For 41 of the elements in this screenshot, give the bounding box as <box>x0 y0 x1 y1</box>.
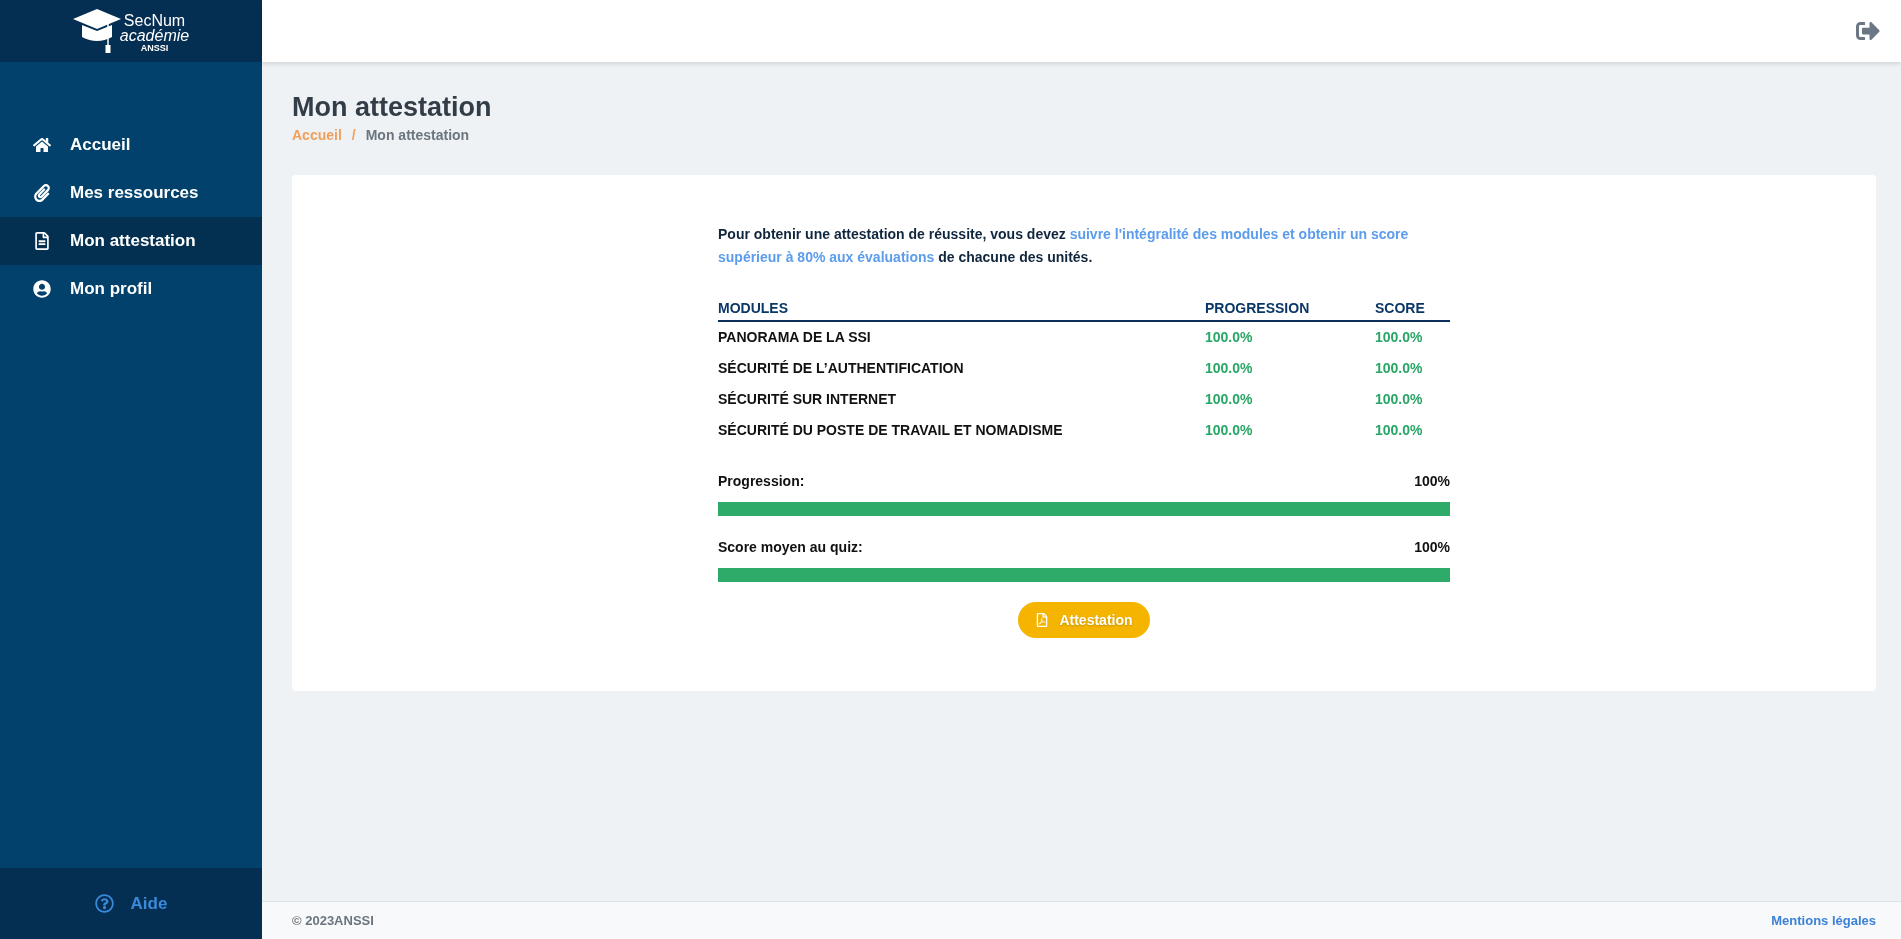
progress-value: 100% <box>1414 472 1450 491</box>
table-cell-text: SÉCURITÉ DU POSTE DE TRAVAIL ET NOMADISME <box>718 421 1064 440</box>
table-cell-text: SÉCURITÉ SUR INTERNET <box>718 390 898 409</box>
intro-text: Pour obtenir une attestation de réussite, vous devez suivre l'intégralité des modules et obtenir un score supérieur à 80% aux évaluations de chacune des unités. <box>718 225 1410 267</box>
document-icon <box>33 232 51 250</box>
table-cell-text: PANORAMA DE LA SSI <box>718 328 872 347</box>
help-icon <box>94 894 114 913</box>
nav-item[interactable]: Accueil <box>0 121 262 169</box>
table-cell-text: 100.0% <box>1205 390 1254 409</box>
table-cell-text: 100.0% <box>1375 390 1424 409</box>
nav-item[interactable]: Mes ressources <box>0 169 262 217</box>
pdf-file-icon <box>1035 613 1050 627</box>
table-cell-text: SÉCURITÉ DE L’AUTHENTIFICATION <box>718 359 965 378</box>
table-cell-text: 100.0% <box>1375 359 1424 378</box>
page-title: Mon attestation <box>292 91 493 123</box>
progress-label: Progression: <box>718 472 805 491</box>
home-icon <box>33 136 51 154</box>
nav-item[interactable]: Mon profil <box>0 265 262 313</box>
paperclip-icon <box>33 184 51 202</box>
logo-subtitle: académie <box>119 27 190 43</box>
table-cell-text: 100.0% <box>1205 359 1254 378</box>
user-icon <box>33 280 51 298</box>
sign-out-icon[interactable] <box>1856 19 1880 43</box>
column-header: SCORE <box>1375 299 1426 318</box>
copyright-text: © 2023ANSSI <box>292 911 374 930</box>
table-cell-text: 100.0% <box>1205 421 1254 440</box>
nav-item[interactable]: Mon attestation <box>0 217 262 265</box>
table-cell-text: 100.0% <box>1375 421 1424 440</box>
column-header: MODULES <box>718 299 789 318</box>
progress-label: Score moyen au quiz: <box>718 538 863 557</box>
table-cell-text: 100.0% <box>1375 328 1424 347</box>
logo-title: SecNum <box>123 12 186 28</box>
legal-link[interactable]: Mentions légales <box>1771 910 1876 931</box>
breadcrumb-current: Mon attestation <box>365 126 470 145</box>
graduation-cap-icon <box>72 8 121 54</box>
column-header: PROGRESSION <box>1205 299 1311 318</box>
logo-org: ANSSI <box>140 42 169 54</box>
help-link[interactable]: Aide <box>94 890 168 917</box>
progress-value: 100% <box>1414 538 1450 557</box>
table-cell-text: 100.0% <box>1205 328 1254 347</box>
breadcrumb-separator: / <box>351 126 356 145</box>
